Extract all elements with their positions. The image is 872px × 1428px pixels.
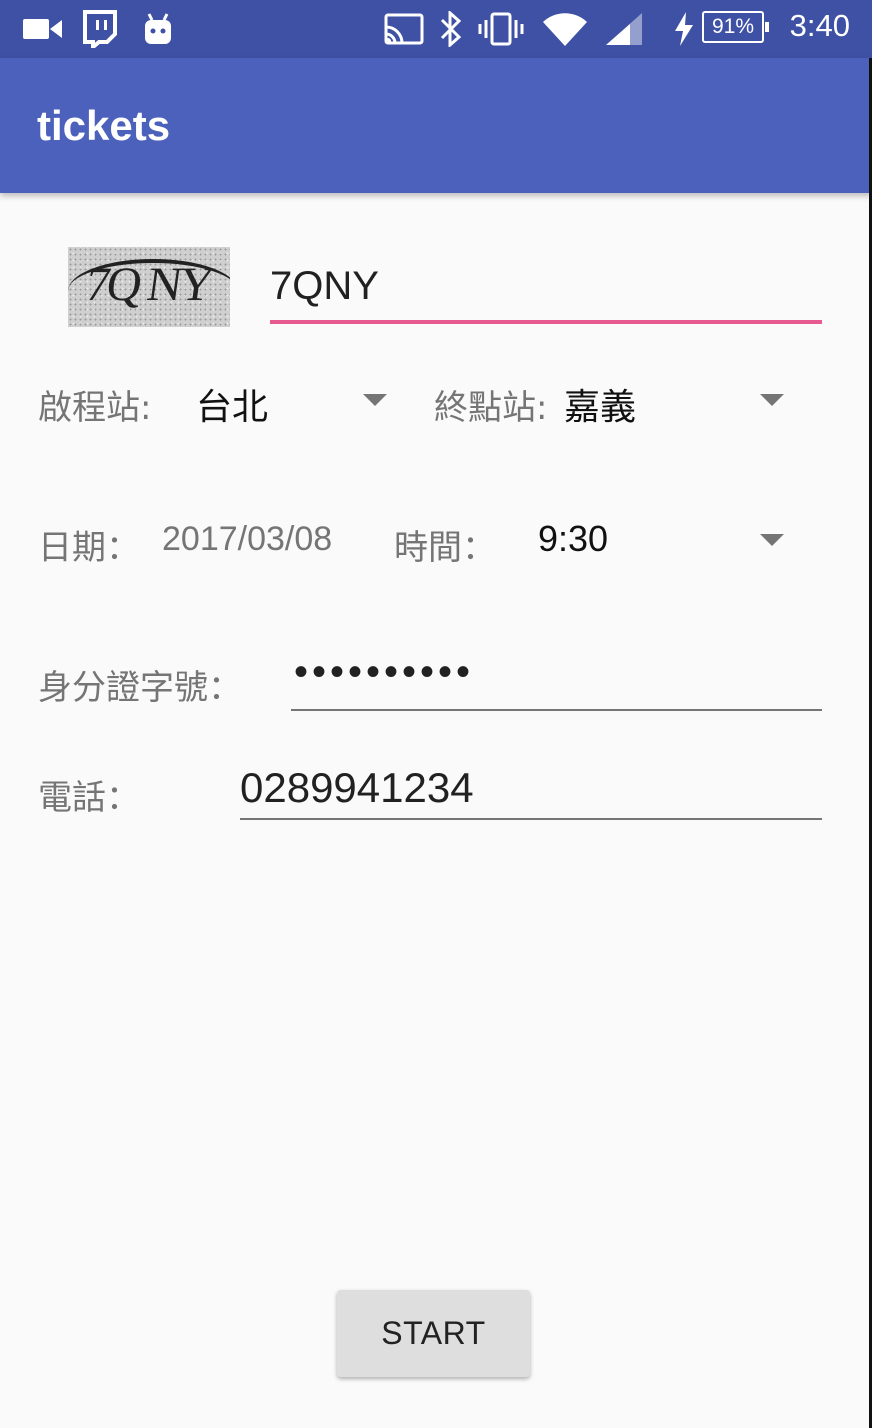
id-number-label: 身分證字號： <box>38 668 242 708</box>
captcha-image: 7Q NY <box>68 247 230 327</box>
to-station-dropdown[interactable]: 嘉義 <box>560 372 800 432</box>
bluetooth-icon <box>438 10 464 48</box>
phone-input[interactable]: 0289941234 <box>240 764 474 812</box>
captcha-image-text: 7Q NY <box>82 258 215 311</box>
chevron-down-icon <box>363 394 387 406</box>
status-time: 3:40 <box>789 8 850 43</box>
twitch-icon <box>80 10 120 48</box>
charging-icon <box>672 10 696 48</box>
time-dropdown[interactable]: 9:30 <box>530 512 800 572</box>
time-label: 時間： <box>394 528 496 568</box>
status-bar: 91% 3:40 <box>0 0 872 58</box>
date-label: 日期： <box>38 528 140 568</box>
time-value: 9:30 <box>538 518 609 559</box>
date-value[interactable]: 2017/03/08 <box>162 520 332 559</box>
signal-icon <box>604 10 644 48</box>
battery-indicator: 91% <box>702 11 769 43</box>
cast-icon <box>384 10 424 48</box>
to-station-label: 終點站: <box>434 388 548 428</box>
id-number-input[interactable]: •••••••••• <box>294 650 474 695</box>
vibrate-icon <box>478 10 524 48</box>
captcha-input[interactable]: 7QNY <box>270 264 379 309</box>
captcha-input-underline <box>270 320 822 324</box>
from-station-value: 台北 <box>196 387 269 428</box>
to-station-value: 嘉義 <box>564 387 637 428</box>
android-icon <box>140 10 176 48</box>
phone-underline <box>240 818 822 820</box>
from-station-label: 啟程站: <box>38 388 152 428</box>
chevron-down-icon <box>760 534 784 546</box>
start-button[interactable]: START <box>337 1290 530 1377</box>
chevron-down-icon <box>760 394 784 406</box>
wifi-icon <box>540 10 590 48</box>
phone-label: 電話： <box>38 778 140 818</box>
from-station-dropdown[interactable]: 台北 <box>190 372 400 432</box>
id-number-underline <box>291 709 822 711</box>
app-title: tickets <box>37 102 171 149</box>
video-camera-icon <box>22 10 64 48</box>
